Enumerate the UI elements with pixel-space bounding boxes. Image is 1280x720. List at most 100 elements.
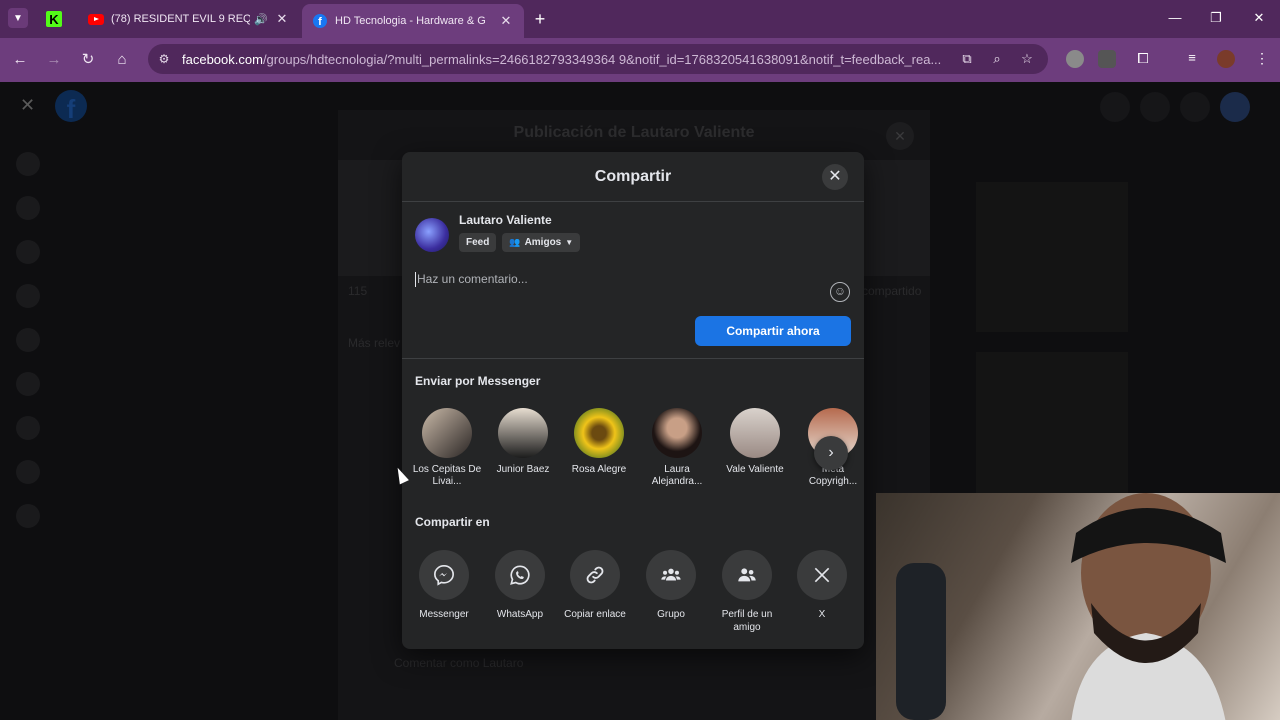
extensions-puzzle-icon[interactable]: ⧠ xyxy=(1134,50,1152,68)
contact-item[interactable]: Junior Baez xyxy=(488,408,558,476)
share-target-label: Grupo xyxy=(657,609,685,620)
forward-icon[interactable]: → xyxy=(44,50,64,70)
cast-icon[interactable]: ⧉ xyxy=(958,51,976,67)
x-logo-icon xyxy=(797,550,847,600)
share-targets: Messenger WhatsApp Copiar enlace Grupo P… xyxy=(412,550,862,640)
author-block: Lautaro Valiente Feed 👥 Amigos ▼ xyxy=(415,213,586,252)
site-info-icon[interactable]: ⚙ xyxy=(156,52,172,66)
tab-facebook-active[interactable]: f HD Tecnologia - Hardware & G ✕ xyxy=(302,4,524,38)
contact-name: Rosa Alegre xyxy=(571,464,627,475)
close-icon[interactable]: ✕ xyxy=(822,164,848,190)
kick-icon: K xyxy=(46,11,62,27)
webcam-overlay xyxy=(876,493,1280,720)
contact-name: Los Cepitas De Livai... xyxy=(412,464,482,487)
avatar xyxy=(730,408,780,458)
messenger-icon[interactable] xyxy=(1140,92,1170,122)
tab-close-icon[interactable]: ✕ xyxy=(274,11,290,27)
browser-tab-strip: ▼ K (78) RESIDENT EVIL 9 REQU 🔊 ✕ f HD T… xyxy=(0,0,1280,38)
friends-icon: 👥 xyxy=(509,237,521,247)
post-title: Publicación de Lautaro Valiente xyxy=(513,124,755,141)
facebook-icon: f xyxy=(312,13,328,29)
audience-dropdown[interactable]: 👥 Amigos ▼ xyxy=(502,233,581,252)
share-target-label: WhatsApp xyxy=(496,609,544,620)
post-close-icon[interactable]: ✕ xyxy=(886,122,914,150)
messenger-section-title: Enviar por Messenger xyxy=(415,374,541,388)
share-target-messenger[interactable]: Messenger xyxy=(404,550,484,621)
author-name: Lautaro Valiente xyxy=(459,213,552,227)
tab-title: (78) RESIDENT EVIL 9 REQU xyxy=(111,13,251,25)
tab-search-icon[interactable]: ▼ xyxy=(8,8,28,28)
group-sidebar xyxy=(16,142,316,538)
extension-icon[interactable] xyxy=(1066,50,1084,68)
friend-profile-icon xyxy=(722,550,772,600)
feed-chip[interactable]: Feed xyxy=(459,233,497,252)
media-control-icon[interactable]: ≡ xyxy=(1183,50,1201,68)
new-tab-button[interactable]: + xyxy=(530,9,550,29)
reaction-count: 115 xyxy=(348,284,368,298)
youtube-icon xyxy=(88,11,104,27)
share-target-copy-link[interactable]: Copiar enlace xyxy=(555,550,635,621)
share-target-friend-profile[interactable]: Perfil de un amigo xyxy=(707,550,787,634)
avatar xyxy=(574,408,624,458)
chevron-right-icon[interactable]: › xyxy=(814,436,848,470)
contact-name: Vale Valiente xyxy=(726,464,784,475)
share-dialog: Compartir ✕ Lautaro Valiente Feed 👥 Amig… xyxy=(402,152,864,649)
back-icon[interactable]: ← xyxy=(10,50,30,70)
window-close-icon[interactable]: ✕ xyxy=(1249,10,1269,26)
messenger-contacts: Los Cepitas De Livai... Junior Baez Rosa… xyxy=(412,408,862,492)
menu-grid-icon[interactable] xyxy=(1100,92,1130,122)
avatar xyxy=(415,218,449,252)
contact-item[interactable]: Los Cepitas De Livai... xyxy=(412,408,482,488)
minimize-icon[interactable]: — xyxy=(1165,10,1185,25)
contact-item[interactable]: Vale Valiente xyxy=(720,408,790,476)
reload-icon[interactable]: ↻ xyxy=(78,50,98,70)
comment-input[interactable]: Haz un comentario... xyxy=(415,272,805,287)
share-target-label: X xyxy=(818,609,826,620)
notifications-icon[interactable] xyxy=(1180,92,1210,122)
home-icon[interactable]: ⌂ xyxy=(112,50,132,70)
account-avatar[interactable] xyxy=(1220,92,1250,122)
divider xyxy=(402,358,864,359)
audience-label: Amigos xyxy=(524,237,562,248)
contact-name: Laura Alejandra... xyxy=(651,464,703,487)
url-text: facebook.com/groups/hdtecnologia/?multi_… xyxy=(182,51,942,67)
emoji-icon[interactable]: ☺ xyxy=(830,282,850,302)
avatar xyxy=(422,408,472,458)
share-target-label: Copiar enlace xyxy=(564,609,626,620)
group-icon xyxy=(646,550,696,600)
sort-comments[interactable]: Más relev xyxy=(348,336,400,350)
dialog-header: Compartir ✕ xyxy=(402,152,864,202)
pinned-tab-kick[interactable]: K xyxy=(44,9,64,29)
speaker-icon[interactable]: 🔊 xyxy=(254,13,268,26)
contact-item[interactable]: Rosa Alegre xyxy=(564,408,634,476)
comment-input-bg[interactable]: Comentar como Lautaro xyxy=(394,656,523,670)
chevron-down-icon: ▼ xyxy=(565,238,574,247)
share-in-section-title: Compartir en xyxy=(415,515,490,529)
avatar xyxy=(652,408,702,458)
bookmark-star-icon[interactable]: ☆ xyxy=(1018,51,1036,67)
address-bar[interactable]: ⚙ facebook.com/groups/hdtecnologia/?mult… xyxy=(148,44,1048,74)
facebook-logo-icon[interactable]: f xyxy=(55,90,87,122)
extension-pagar-icon[interactable] xyxy=(1098,50,1116,68)
tab-title: HD Tecnologia - Hardware & G xyxy=(335,15,486,27)
share-now-button[interactable]: Compartir ahora xyxy=(695,316,851,346)
tab-close-icon[interactable]: ✕ xyxy=(498,13,514,29)
share-target-x[interactable]: X xyxy=(782,550,862,621)
contact-name: Junior Baez xyxy=(496,464,550,475)
link-icon xyxy=(570,550,620,600)
profile-avatar[interactable] xyxy=(1217,50,1235,68)
share-target-group[interactable]: Grupo xyxy=(631,550,711,621)
browser-menu-icon[interactable]: ⋮ xyxy=(1253,50,1271,68)
share-target-whatsapp[interactable]: WhatsApp xyxy=(480,550,560,621)
zoom-icon[interactable]: ⌕ xyxy=(988,51,1006,67)
restore-icon[interactable]: ❐ xyxy=(1206,10,1226,26)
share-target-label: Messenger xyxy=(419,609,469,620)
avatar xyxy=(498,408,548,458)
whatsapp-icon xyxy=(495,550,545,600)
close-icon[interactable]: ✕ xyxy=(20,95,35,116)
tab-youtube[interactable]: (78) RESIDENT EVIL 9 REQU 🔊 ✕ xyxy=(78,4,300,34)
shared-count: compartido xyxy=(862,284,922,298)
messenger-icon xyxy=(419,550,469,600)
contact-item[interactable]: Laura Alejandra... xyxy=(642,408,712,488)
share-target-label: Perfil de un amigo xyxy=(721,609,773,633)
